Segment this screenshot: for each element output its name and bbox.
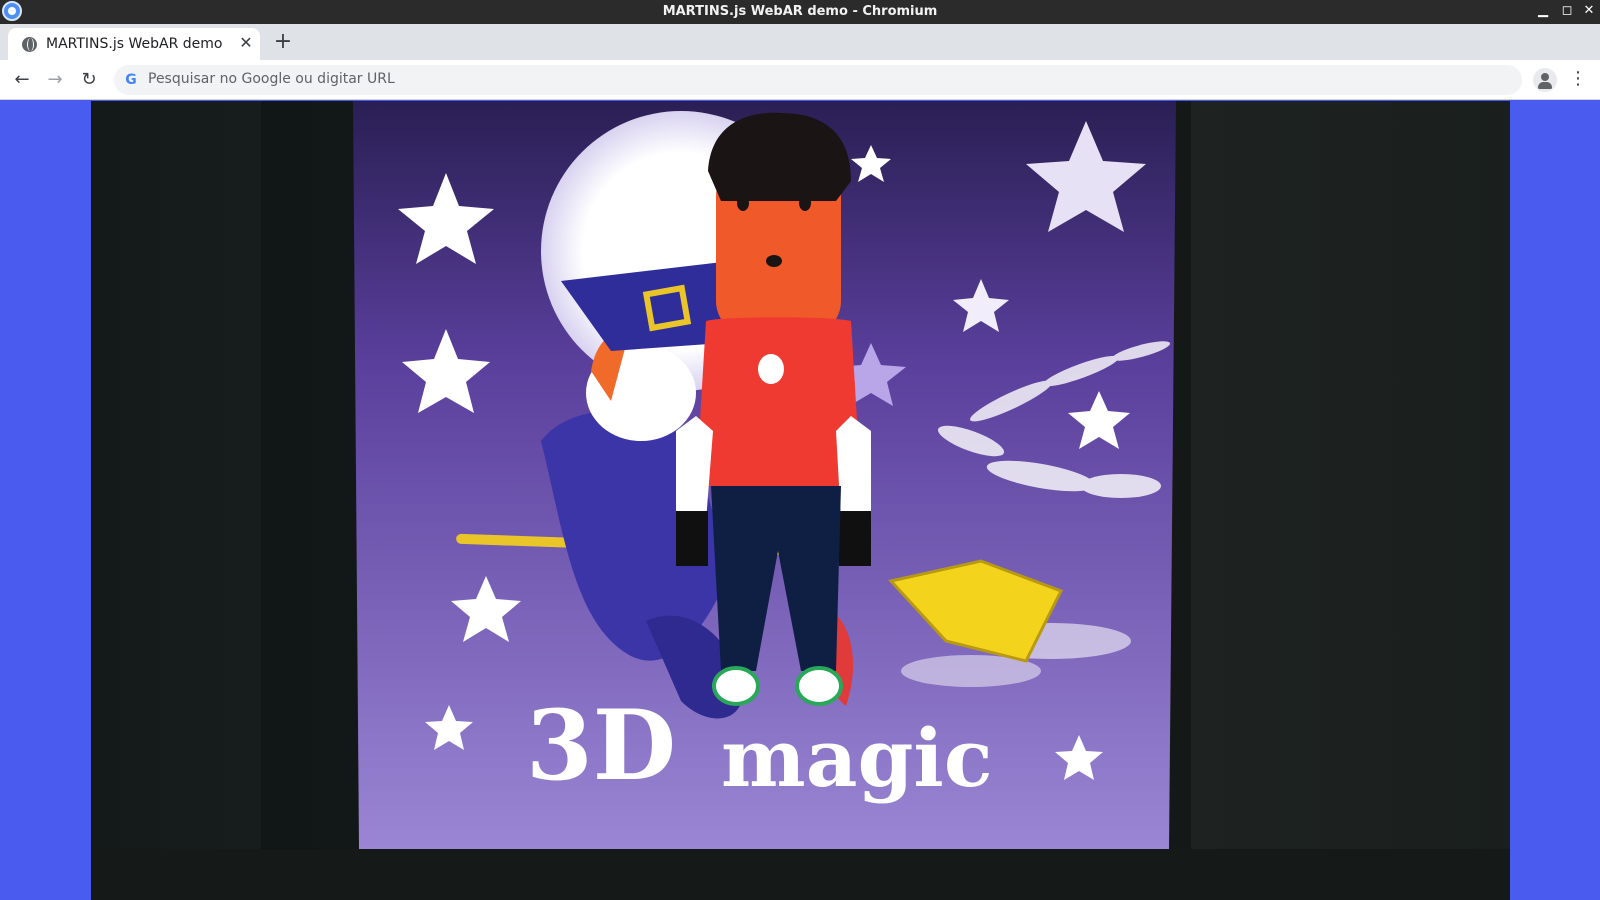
address-bar[interactable]: G Pesquisar no Google ou digitar URL <box>114 65 1522 95</box>
character-mouth <box>766 255 782 267</box>
poster-text-magic: magic <box>721 711 993 805</box>
tab-title: MARTINS.js WebAR demo <box>46 36 223 52</box>
reload-button[interactable]: ↻ <box>77 69 101 93</box>
skull-icon <box>758 354 784 384</box>
character-right-shoe <box>795 666 843 706</box>
tab-martins-webar-demo[interactable]: MARTINS.js WebAR demo ✕ <box>8 28 260 60</box>
profile-icon[interactable] <box>1533 68 1557 92</box>
window-title: MARTINS.js WebAR demo - Chromium <box>662 4 938 19</box>
forward-button[interactable]: → <box>43 69 67 93</box>
tab-close-button[interactable]: ✕ <box>236 33 256 53</box>
character-left-shoe <box>712 666 760 706</box>
menu-button[interactable]: ⋮ <box>1568 69 1588 93</box>
character-right-sleeve <box>836 416 871 521</box>
poster-text-3d: 3D <box>526 689 676 802</box>
monitor-bottom <box>91 849 1510 900</box>
character-shirt <box>696 317 861 486</box>
maximize-button[interactable]: ◻ <box>1556 0 1578 24</box>
page-content: 3D magic <box>0 101 1600 900</box>
tab-strip: MARTINS.js WebAR demo ✕ <box>0 24 1600 70</box>
window-titlebar: MARTINS.js WebAR demo - Chromium ▁ ◻ ✕ <box>0 0 1600 24</box>
character-left-glove <box>676 511 708 566</box>
back-button[interactable]: ← <box>10 69 34 93</box>
minimize-button[interactable]: ▁ <box>1532 0 1554 24</box>
character-eye-right <box>799 195 811 211</box>
google-icon: G <box>125 72 137 88</box>
character-right-glove <box>839 511 871 566</box>
close-window-button[interactable]: ✕ <box>1578 0 1600 24</box>
new-tab-button[interactable]: + <box>270 30 296 56</box>
globe-icon <box>22 37 37 52</box>
character-eye-left <box>737 195 749 211</box>
ar-scene: 3D magic <box>91 101 1510 900</box>
url-input[interactable]: Pesquisar no Google ou digitar URL <box>148 71 395 87</box>
ar-camera-view[interactable]: 3D magic <box>91 101 1510 900</box>
browser-toolbar: ← → ↻ G Pesquisar no Google ou digitar U… <box>0 60 1600 100</box>
